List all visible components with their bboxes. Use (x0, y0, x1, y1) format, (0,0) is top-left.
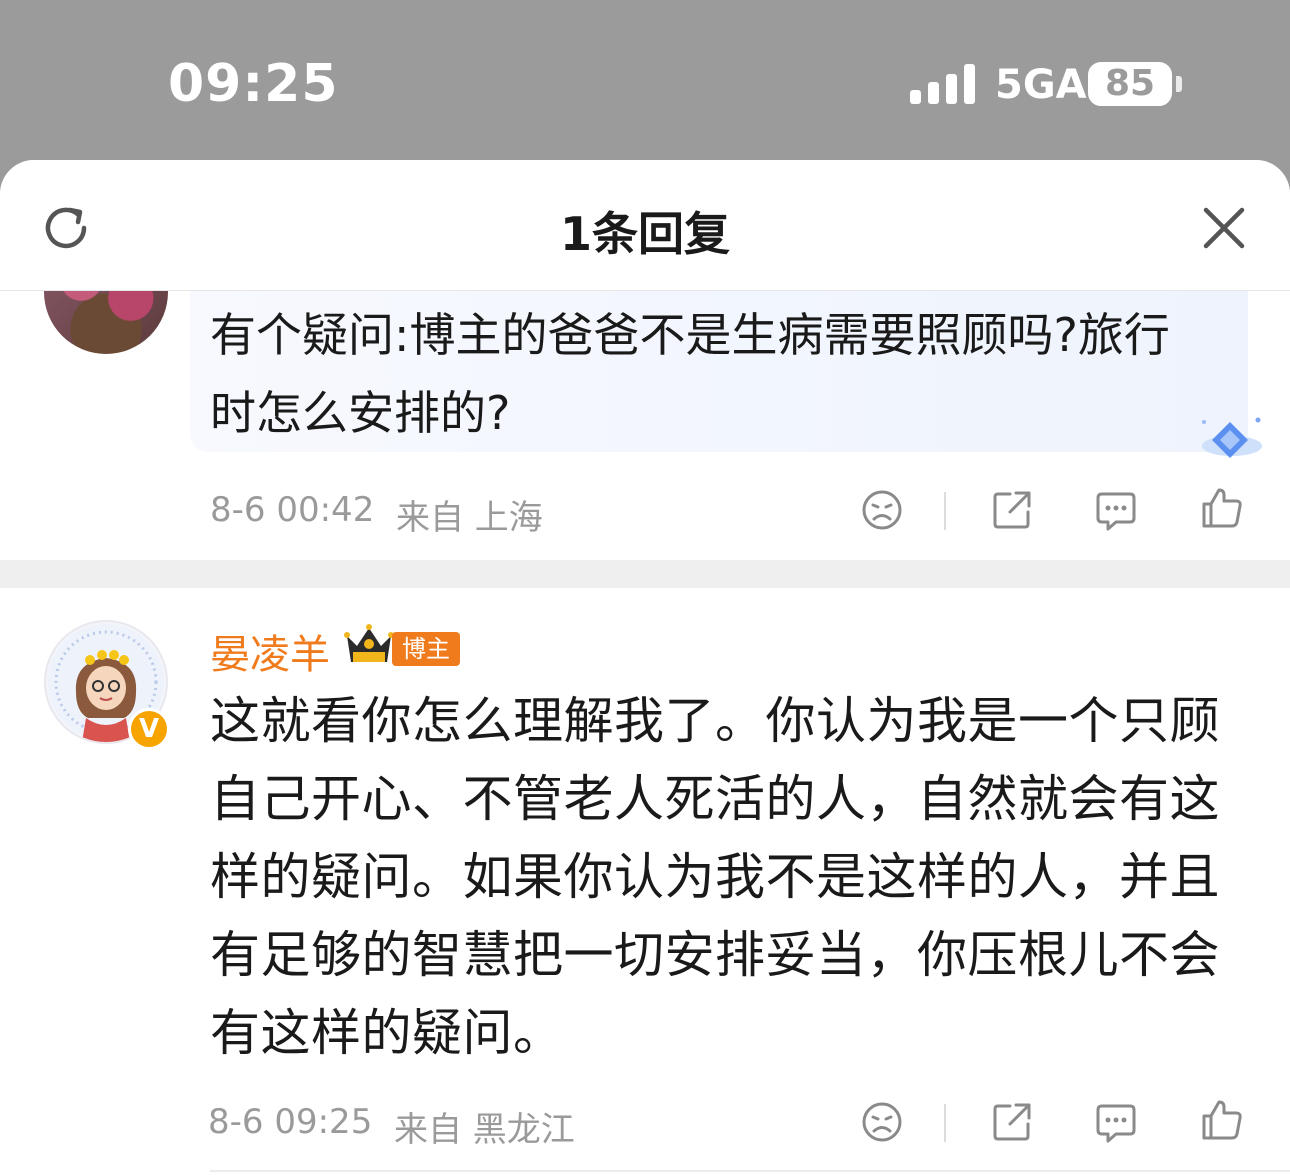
signal-icon (910, 64, 976, 104)
close-icon[interactable] (1200, 204, 1248, 252)
like-icon[interactable] (1200, 1098, 1244, 1142)
dislike-icon[interactable] (860, 1100, 904, 1144)
diamond-icon (1202, 417, 1262, 458)
crown-icon (344, 624, 394, 662)
battery-cap (1176, 76, 1182, 92)
sheet-header: 1条回复 (0, 160, 1290, 291)
comment-icon[interactable] (1094, 488, 1138, 532)
reply-sheet: 1条回复 有个疑问:博主的爸爸不是生病需要照顾吗?旅行时怎么安排的? 8-6 0… (0, 160, 1290, 1175)
share-icon[interactable] (990, 488, 1034, 532)
battery-icon: 85 (1088, 62, 1172, 106)
bottom-divider (210, 1170, 1290, 1172)
comment-icon[interactable] (1094, 1100, 1138, 1144)
action-divider (944, 1104, 946, 1142)
section-divider (0, 560, 1290, 588)
action-divider (944, 492, 946, 530)
sheet-title: 1条回复 (559, 207, 730, 261)
author-badge: 博主 (392, 632, 460, 666)
dislike-icon[interactable] (860, 488, 904, 532)
status-bar: 09:25 5GA 85 (0, 0, 1290, 160)
parent-comment-location: 来自 上海 (396, 498, 543, 538)
status-time: 09:25 (168, 54, 339, 114)
network-type: 5GA (995, 62, 1087, 108)
parent-comment-date: 8-6 00:42 (210, 490, 375, 530)
reply-username[interactable]: 晏凌羊 (210, 622, 330, 680)
like-icon[interactable] (1200, 486, 1244, 530)
share-icon[interactable] (990, 1100, 1034, 1144)
parent-comment-text: 有个疑问:博主的爸爸不是生病需要照顾吗?旅行时怎么安排的? (210, 308, 1170, 440)
verified-badge: V (128, 708, 170, 750)
reply-text: 这就看你怎么理解我了。你认为我是一个只顾自己开心、不管老人死活的人，自然就会有这… (210, 692, 1220, 1062)
reply-date: 8-6 09:25 (208, 1102, 373, 1142)
battery-level: 85 (1104, 63, 1156, 104)
reply-location: 来自 黑龙江 (394, 1110, 575, 1150)
